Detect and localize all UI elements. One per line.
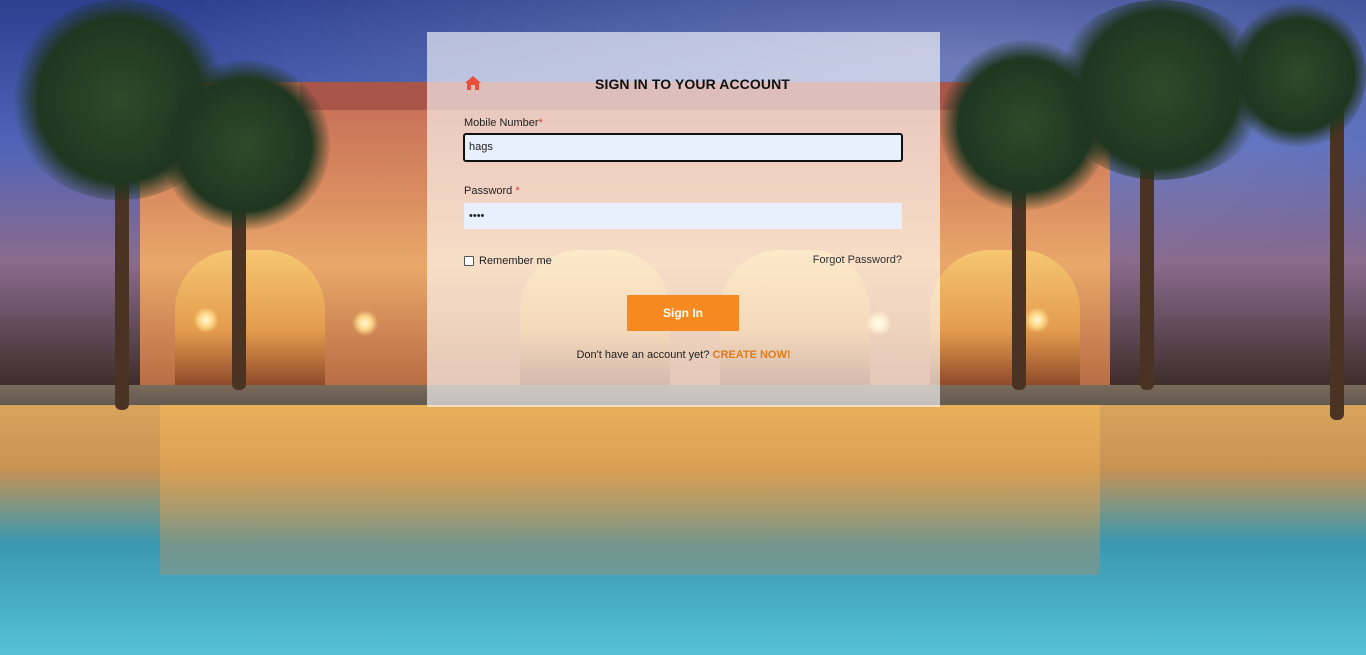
villa-arch <box>930 250 1080 385</box>
forgot-password-link[interactable]: Forgot Password? <box>813 254 902 266</box>
password-label: Password * <box>464 185 520 197</box>
remember-me-label: Remember me <box>479 255 552 267</box>
mobile-label: Mobile Number* <box>464 117 543 129</box>
password-input[interactable]: •••• <box>464 203 902 229</box>
remember-me[interactable]: Remember me <box>464 255 552 267</box>
lamp <box>1024 307 1050 333</box>
sign-in-button[interactable]: Sign In <box>627 295 739 331</box>
page-title: SIGN IN TO YOUR ACCOUNT <box>595 76 790 92</box>
mobile-label-text: Mobile Number <box>464 117 539 129</box>
mobile-number-value: hags <box>469 141 493 153</box>
create-account-link[interactable]: CREATE NOW! <box>713 349 791 361</box>
password-label-text: Password <box>464 185 516 197</box>
palm-fronds <box>160 60 330 230</box>
signup-prompt-text: Don't have an account yet? <box>576 349 713 361</box>
signup-prompt: Don't have an account yet? CREATE NOW! <box>427 349 940 361</box>
login-panel: SIGN IN TO YOUR ACCOUNT Mobile Number* h… <box>427 32 940 407</box>
remember-me-checkbox[interactable] <box>464 256 474 266</box>
required-mark: * <box>538 117 543 129</box>
pool-reflection <box>160 405 1100 575</box>
required-mark: * <box>515 185 520 197</box>
palm-fronds <box>1230 0 1366 150</box>
mobile-number-input[interactable]: hags <box>463 133 903 162</box>
lamp <box>352 310 378 336</box>
lamp <box>193 307 219 333</box>
password-value: •••• <box>469 210 485 222</box>
